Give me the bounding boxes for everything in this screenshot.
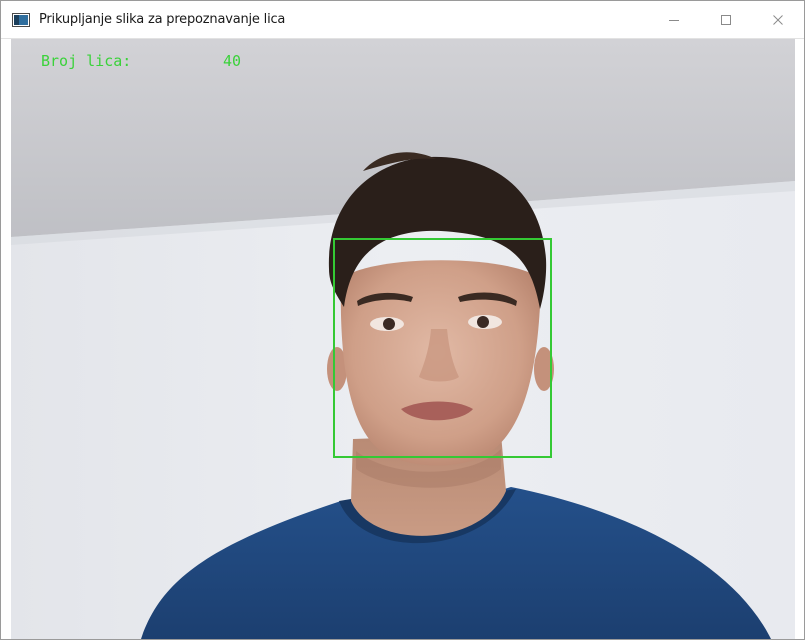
face-count-value: 40 xyxy=(223,52,242,70)
maximize-button[interactable] xyxy=(700,1,752,38)
face-detection-box xyxy=(333,238,552,458)
close-icon xyxy=(773,14,783,25)
camera-feed: Broj lica: 40 xyxy=(11,39,795,639)
close-button[interactable] xyxy=(752,1,804,38)
app-window-icon xyxy=(12,12,30,27)
window-controls xyxy=(648,1,804,38)
minimize-button[interactable] xyxy=(648,1,700,38)
title-bar[interactable]: Prikupljanje slika za prepoznavanje lica xyxy=(1,1,804,39)
app-window: Prikupljanje slika za prepoznavanje lica xyxy=(0,0,805,640)
minimize-icon xyxy=(669,19,679,21)
face-count-label: Broj lica: xyxy=(41,52,132,70)
maximize-icon xyxy=(721,14,731,25)
window-title: Prikupljanje slika za prepoznavanje lica xyxy=(39,12,286,27)
